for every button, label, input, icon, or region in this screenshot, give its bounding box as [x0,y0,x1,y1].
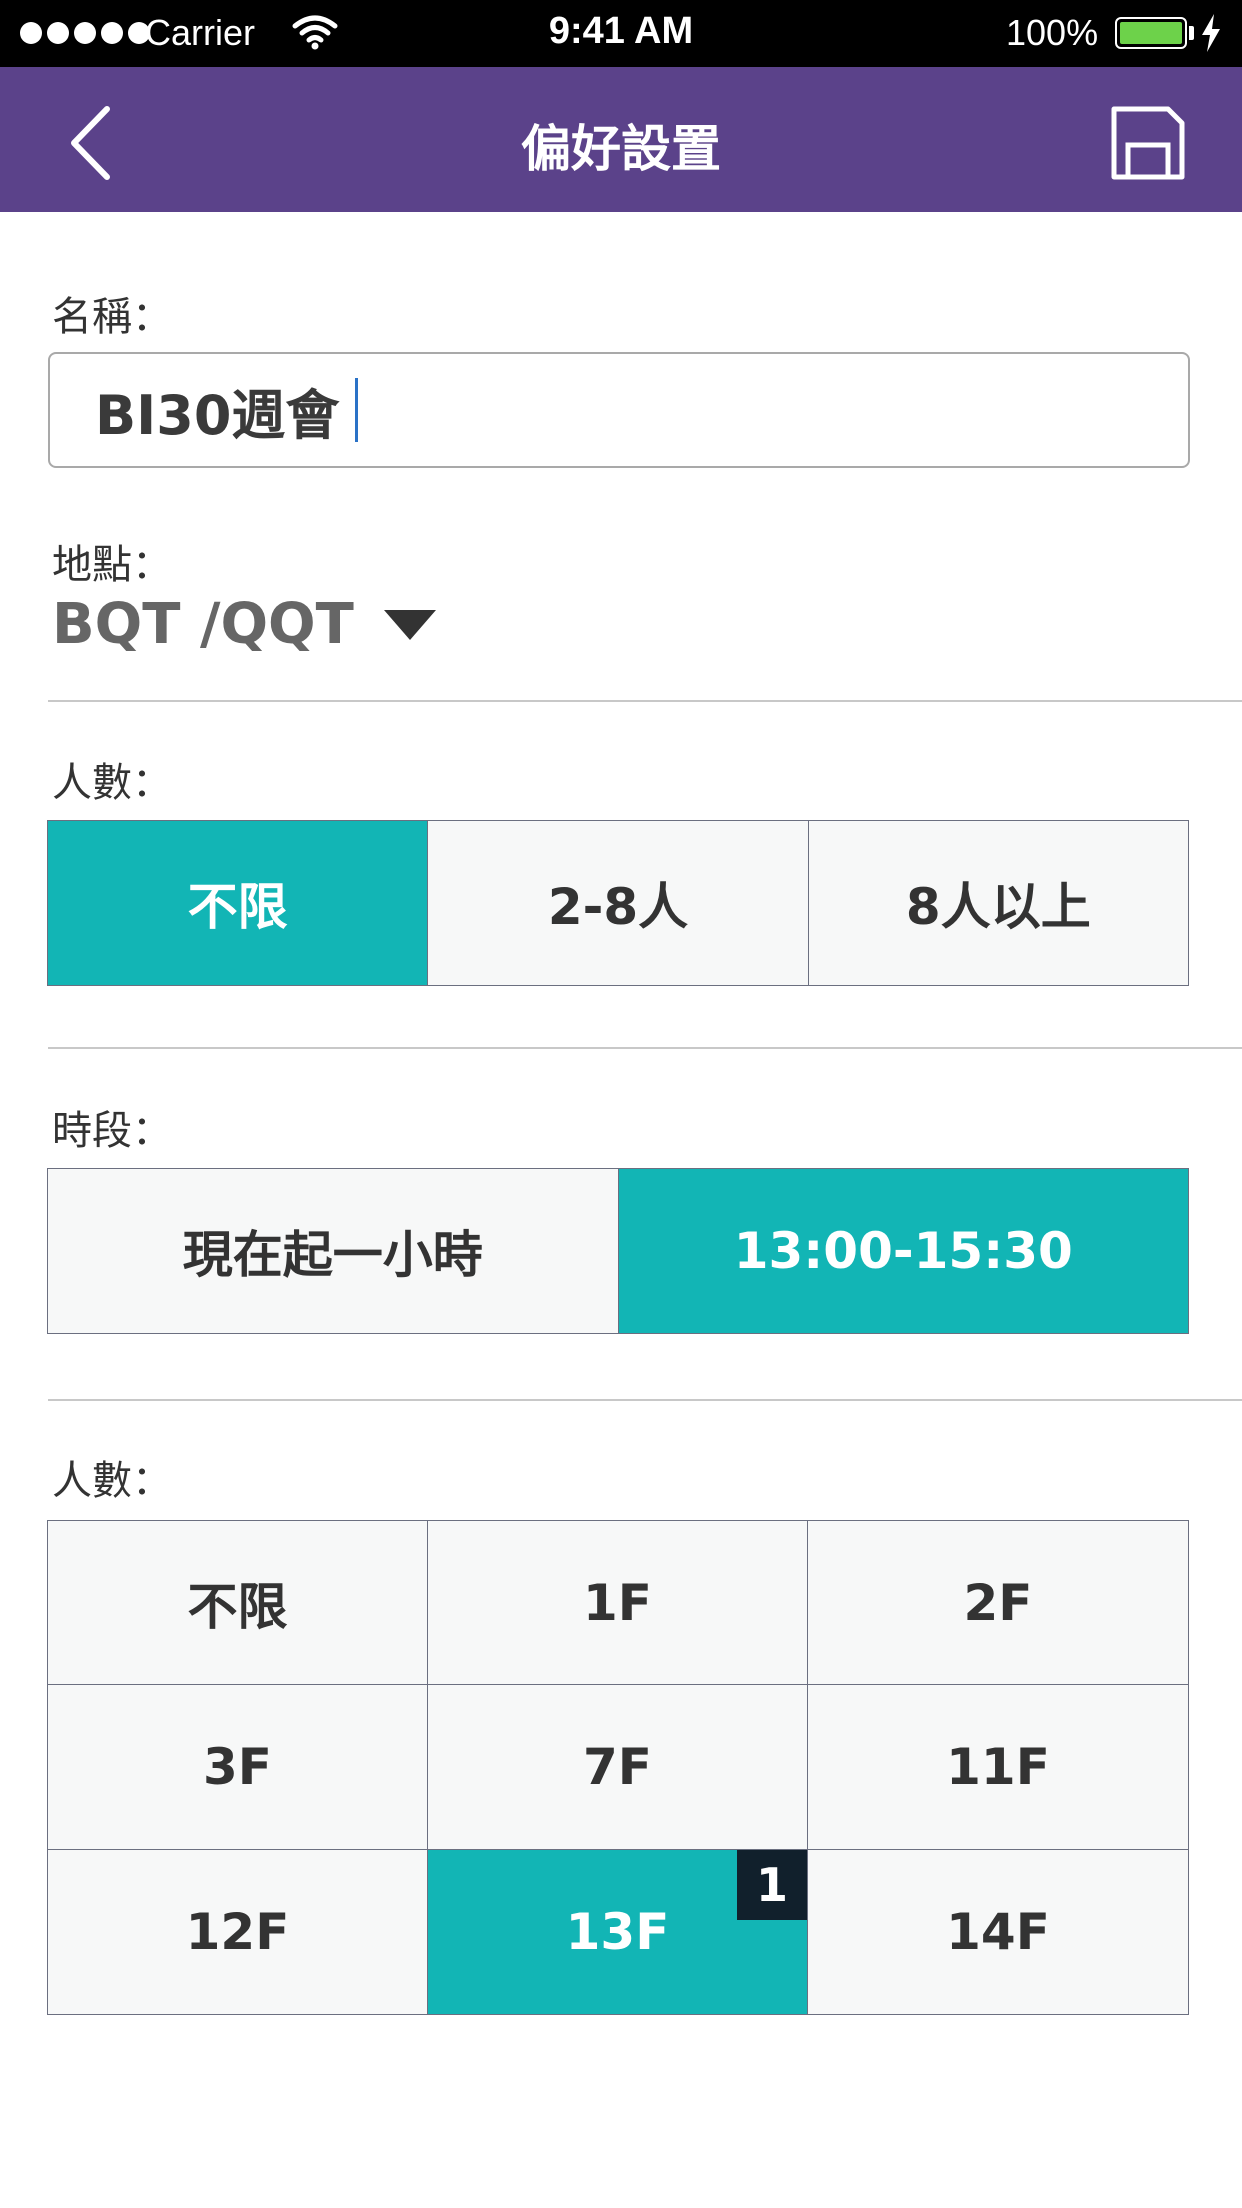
name-input-value[interactable]: BI30週會 [95,371,339,450]
floor-grid: 不限 1F 2F 3F 7F 11F 12F 13F 1 14F [47,1520,1189,2015]
floor-option[interactable]: 3F [48,1685,428,1850]
timeslot-label: 時段： [52,1108,172,1154]
capacity-option-unlimited[interactable]: 不限 [48,821,429,985]
floor-option[interactable]: 11F [808,1685,1188,1850]
floor-label: 人數： [52,1458,172,1504]
floor-option[interactable]: 不限 [48,1521,428,1686]
selection-count-badge: 1 [737,1849,807,1920]
floor-option-label: 13F [565,1902,670,1961]
save-disk-icon[interactable] [1110,105,1186,181]
page-title: 偏好設置 [521,120,721,178]
floor-option-selected[interactable]: 13F 1 [428,1849,808,2014]
location-dropdown[interactable]: BQT /QQT [52,592,436,657]
location-label: 地點： [52,542,172,588]
battery-tip [1189,26,1194,40]
triangle-down-icon[interactable] [383,609,436,640]
floor-option[interactable]: 14F [808,1849,1188,2014]
timeslot-option-range[interactable]: 13:00-15:30 [618,1169,1188,1333]
battery-percentage: 100% [1006,12,1099,53]
nav-bar: 偏好設置 [0,67,1242,212]
floor-option[interactable]: 7F [428,1685,808,1850]
floor-option[interactable]: 1F [428,1521,808,1686]
status-bar: Carrier 9:41 AM 100% [0,0,1242,67]
text-caret [355,378,359,442]
capacity-segmented-control: 不限 2-8人 8人以上 [47,820,1189,986]
capacity-option-8-plus[interactable]: 8人以上 [808,821,1188,985]
name-label: 名稱： [52,294,172,340]
location-value[interactable]: BQT /QQT [52,592,354,657]
battery-icon [1115,17,1187,49]
divider [48,1399,1242,1401]
timeslot-option-next-hour[interactable]: 現在起一小時 [48,1169,619,1333]
name-input[interactable]: BI30週會 [48,352,1190,468]
floor-option[interactable]: 2F [808,1521,1188,1686]
divider [48,700,1242,702]
charging-bolt-icon [1202,14,1220,52]
timeslot-segmented-control: 現在起一小時 13:00-15:30 [47,1168,1189,1334]
capacity-label: 人數： [52,760,172,806]
floor-option[interactable]: 12F [48,1849,428,2014]
capacity-option-2-8[interactable]: 2-8人 [428,821,809,985]
divider [48,1047,1242,1049]
